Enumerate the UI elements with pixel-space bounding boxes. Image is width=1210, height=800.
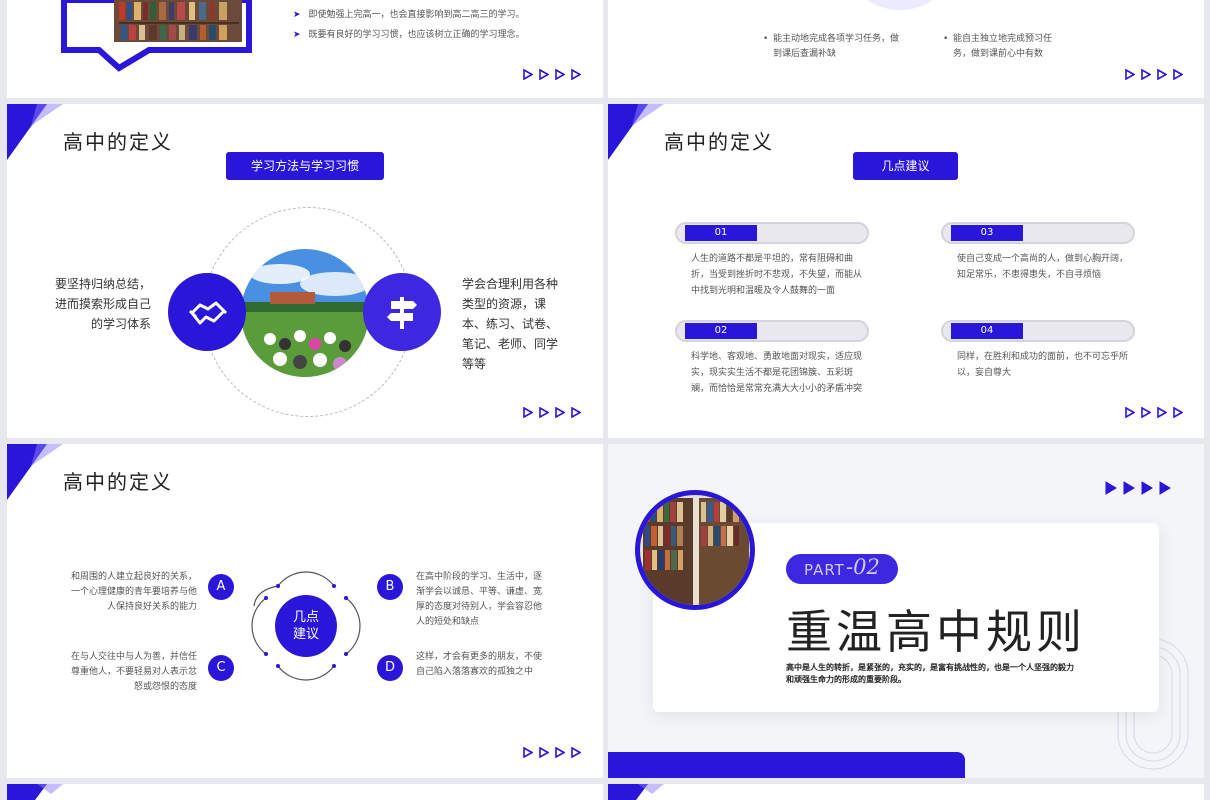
nav-arrows[interactable] bbox=[1125, 407, 1183, 418]
bullet-text: 既要有良好的学习习惯，也应该树立正确的学习理念。 bbox=[308, 30, 525, 40]
suggestion-pill-02: 02 bbox=[675, 320, 869, 342]
play-arrow-icon[interactable] bbox=[555, 407, 565, 418]
bullet-dot-icon: • bbox=[943, 34, 949, 44]
part-badge: PART -02 bbox=[786, 554, 898, 584]
corner-decoration bbox=[608, 784, 664, 800]
suggestion-number: 02 bbox=[685, 323, 757, 339]
signpost-icon bbox=[387, 297, 417, 329]
letter-badge-d: D bbox=[377, 655, 403, 681]
slide-7-partial bbox=[7, 784, 603, 800]
corner-decoration bbox=[608, 104, 664, 160]
slide-3: 高中的定义 学习方法与学习习惯 要坚持归纳总结，进而摸索形成自己的学习体系 学会… bbox=[7, 104, 603, 438]
suggestion-text: 科学地、客观地、勇敢地面对现实，适应现实，现实实生活不都是花团锦簇、五彩斑斓，而… bbox=[691, 352, 863, 394]
part-number: -02 bbox=[846, 555, 880, 579]
section-description: 高中是人生的转折，是紧张的，充实的，是富有挑战性的，也是一个人坚强的毅力和顽强生… bbox=[786, 663, 1074, 684]
play-arrow-icon[interactable] bbox=[1157, 69, 1167, 80]
suggestion-number: 03 bbox=[951, 225, 1023, 241]
play-arrow-icon[interactable] bbox=[1157, 407, 1167, 418]
slide-title: 高中的定义 bbox=[664, 130, 774, 154]
right-text: 学会合理利用各种类型的资源，课本、练习、试卷、笔记、老师、同学等等 bbox=[462, 277, 559, 371]
library-photo bbox=[635, 490, 755, 610]
play-arrow-icon[interactable] bbox=[571, 407, 581, 418]
play-arrow-icon[interactable] bbox=[539, 69, 549, 80]
letter-badge-c: C bbox=[208, 655, 234, 681]
decor-circle bbox=[840, 0, 960, 10]
play-arrow-icon[interactable] bbox=[571, 747, 581, 758]
play-arrow-icon[interactable] bbox=[1173, 407, 1183, 418]
slide-title: 高中的定义 bbox=[63, 130, 173, 154]
section-header: 几点建议 bbox=[853, 152, 958, 180]
item-text-a: 和周围的人建立起良好的关系，一个心理健康的青年要培养与他人保持良好关系的能力 bbox=[71, 572, 198, 612]
corner-decoration bbox=[7, 784, 63, 800]
nav-arrows[interactable] bbox=[523, 69, 581, 80]
suggestion-text: 同样，在胜利和成功的面前，也不可忘乎所以，妄自尊大 bbox=[957, 352, 1129, 378]
letter-badge-b: B bbox=[377, 574, 403, 600]
tip-item-1: • 能主动地完成各项学习任务，做到课后查漏补缺 bbox=[763, 32, 903, 62]
play-arrow-icon[interactable] bbox=[555, 747, 565, 758]
bullet-arrow-icon: ➤ bbox=[293, 10, 301, 20]
slide-5: 高中的定义 几点建议 A 和周围的人建立起良好的关系，一个心理健康的青年要培养与… bbox=[7, 444, 603, 778]
play-arrow-icon[interactable] bbox=[1125, 407, 1135, 418]
play-arrow-icon[interactable] bbox=[1173, 69, 1183, 80]
suggestion-number: 04 bbox=[951, 323, 1023, 339]
tip-text: 能主动地完成各项学习任务，做到课后查漏补缺 bbox=[773, 34, 900, 59]
slide-title: 高中的定义 bbox=[63, 470, 173, 494]
bullet-text: 即使勉强上完高一，也会直接影响到高二高三的学习。 bbox=[308, 10, 525, 20]
corner-decoration bbox=[7, 444, 63, 500]
center-circle: 几点建议 bbox=[275, 595, 337, 657]
section-title: 重温高中规则 bbox=[786, 605, 1086, 659]
slide-4: 高中的定义 几点建议 01 人生的道路不都是平坦的，常有阻碍和曲折，当受到挫折时… bbox=[608, 104, 1204, 438]
slide-1: ➤ 即使勉强上完高一，也会直接影响到高二高三的学习。 ➤ 既要有良好的学习习惯，也应… bbox=[7, 0, 603, 98]
item-text-b: 在高中阶段的学习、生活中，逐渐学会以诚恳、平等、谦虚、宽厚的态度对待别人，学会容… bbox=[416, 572, 543, 627]
suggestion-pill-01: 01 bbox=[675, 222, 869, 244]
play-arrow-icon[interactable] bbox=[1141, 69, 1151, 80]
corner-decoration bbox=[7, 104, 63, 160]
item-text-c: 在与人交往中与人为善，并信任尊重他人，不要轻易对人表示忿怒或怨恨的态度 bbox=[71, 652, 198, 692]
bullet-arrow-icon: ➤ bbox=[293, 30, 301, 40]
slide-2: • 能主动地完成各项学习任务，做到课后查漏补缺 • 能自主独立地完成预习任务，做… bbox=[608, 0, 1204, 98]
nav-arrows[interactable] bbox=[523, 407, 581, 418]
play-arrow-icon[interactable] bbox=[539, 747, 549, 758]
nav-arrows[interactable] bbox=[1125, 69, 1183, 80]
campus-photo bbox=[241, 249, 369, 377]
play-arrow-icon[interactable] bbox=[571, 69, 581, 80]
part-label: PART bbox=[804, 561, 845, 579]
bullet-item: ➤ 即使勉强上完高一，也会直接影响到高二高三的学习。 bbox=[293, 8, 525, 23]
handshake-icon bbox=[188, 301, 228, 325]
tip-item-2: • 能自主独立地完成预习任务，做到课前心中有数 bbox=[943, 32, 1067, 62]
right-icon-circle bbox=[363, 273, 441, 351]
slide-8-partial bbox=[608, 784, 1204, 800]
bullet-item: ➤ 既要有良好的学习习惯，也应该树立正确的学习理念。 bbox=[293, 28, 525, 43]
suggestion-text: 人生的道路不都是平坦的，常有阻碍和曲折，当受到挫折时不悲观，不失望，而能从中找到… bbox=[691, 254, 863, 296]
play-arrow-icon[interactable] bbox=[1105, 481, 1117, 495]
suggestion-pill-03: 03 bbox=[941, 222, 1135, 244]
bottom-bar bbox=[608, 752, 965, 778]
nav-arrows-large[interactable] bbox=[1105, 481, 1171, 495]
suggestion-number: 01 bbox=[685, 225, 757, 241]
play-arrow-icon[interactable] bbox=[539, 407, 549, 418]
play-arrow-icon[interactable] bbox=[1141, 481, 1153, 495]
play-arrow-icon[interactable] bbox=[523, 69, 533, 80]
suggestion-text: 使自己变成一个高尚的人，做到心胸开阔，知足常乐，不患得患失，不自寻烦恼 bbox=[957, 254, 1129, 280]
play-arrow-icon[interactable] bbox=[1159, 481, 1171, 495]
photo-frame-bookshelf bbox=[61, 0, 252, 72]
bullet-dot-icon: • bbox=[763, 34, 769, 44]
left-text: 要坚持归纳总结，进而摸索形成自己的学习体系 bbox=[55, 277, 152, 331]
item-text-d: 这样，才会有更多的朋友，不使自己陷入落落寡欢的孤独之中 bbox=[416, 652, 543, 677]
letter-badge-a: A bbox=[208, 574, 234, 600]
play-arrow-icon[interactable] bbox=[1123, 481, 1135, 495]
play-arrow-icon[interactable] bbox=[1141, 407, 1151, 418]
suggestion-pill-04: 04 bbox=[941, 320, 1135, 342]
play-arrow-icon[interactable] bbox=[555, 69, 565, 80]
center-label: 几点建议 bbox=[292, 610, 319, 642]
section-header: 学习方法与学习习惯 bbox=[226, 152, 384, 180]
tip-text: 能自主独立地完成预习任务，做到课前心中有数 bbox=[953, 34, 1053, 59]
play-arrow-icon[interactable] bbox=[523, 407, 533, 418]
slide-6: PART -02 重温高中规则 高中是人生的转折，是紧张的，充实的，是富有挑战性… bbox=[608, 444, 1204, 778]
play-arrow-icon[interactable] bbox=[523, 747, 533, 758]
nav-arrows[interactable] bbox=[523, 747, 581, 758]
play-arrow-icon[interactable] bbox=[1125, 69, 1135, 80]
left-icon-circle bbox=[168, 273, 246, 351]
